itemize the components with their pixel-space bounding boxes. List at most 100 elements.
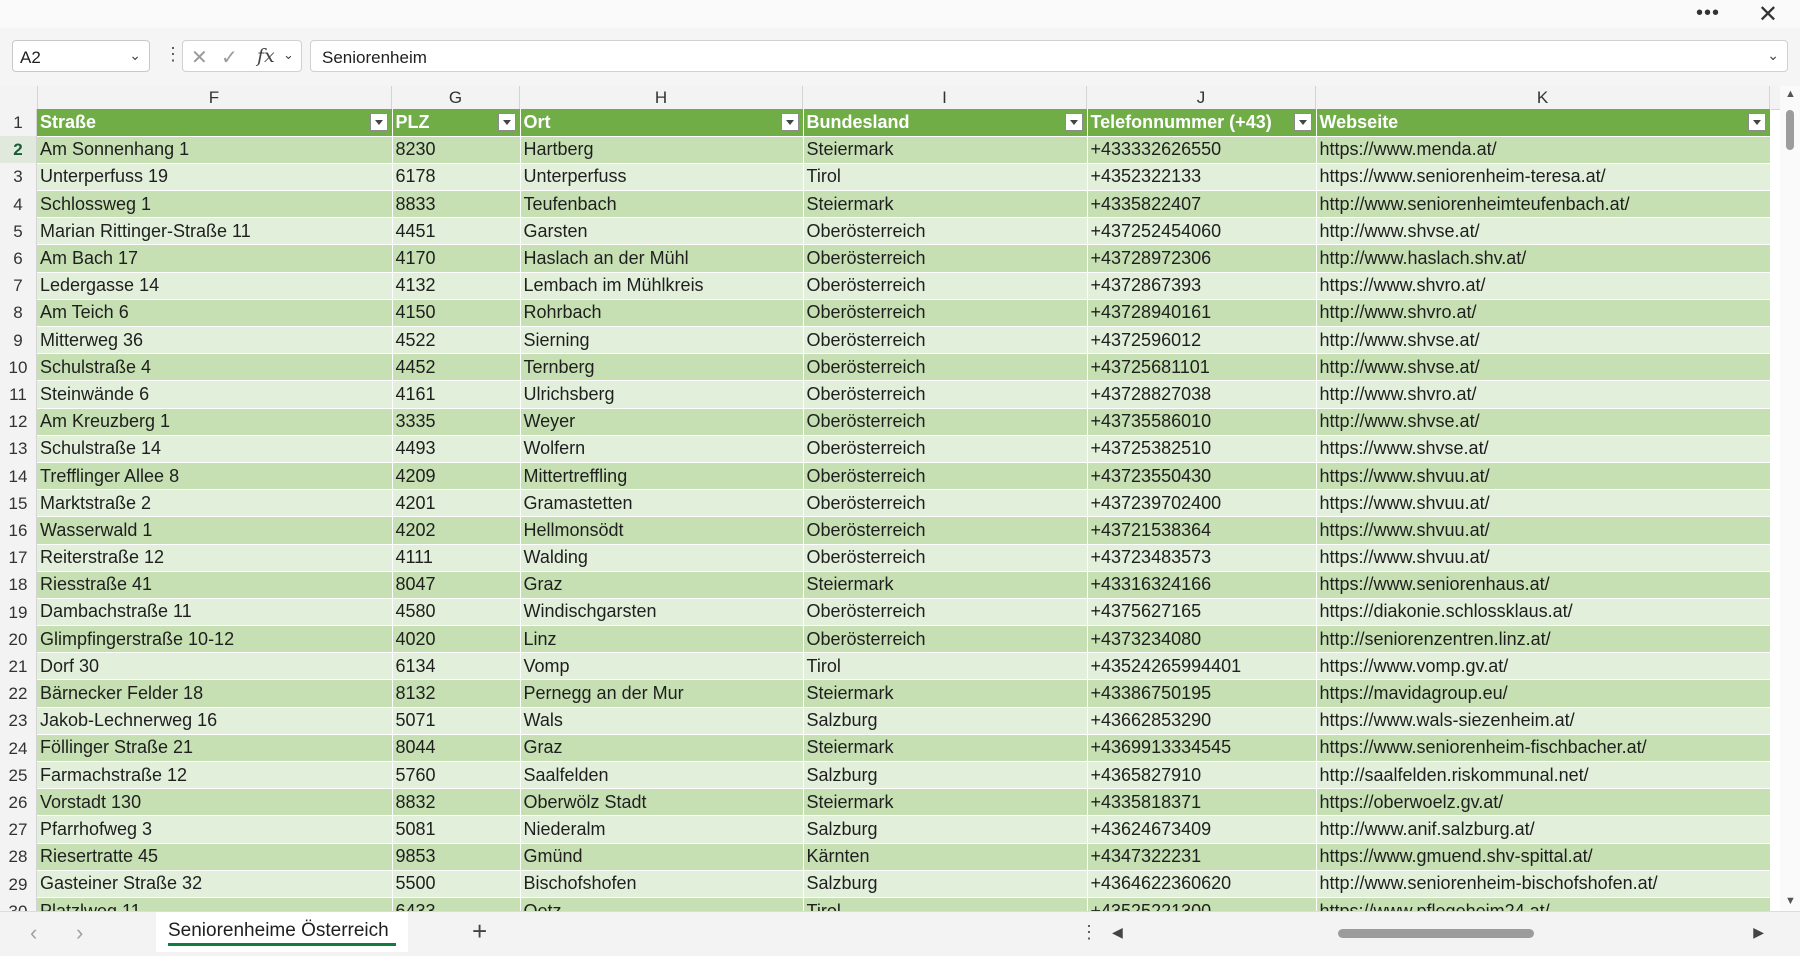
table-cell[interactable]: +4369913334545 <box>1087 734 1317 763</box>
row-header[interactable]: 29 <box>0 870 37 898</box>
table-cell[interactable]: Oberösterreich <box>803 516 1088 545</box>
table-cell[interactable]: Schulstraße 4 <box>37 353 393 382</box>
header-cell[interactable]: Telefonnummer (+43) <box>1087 109 1317 137</box>
vertical-dots-icon[interactable]: ⋮ <box>1080 922 1098 943</box>
table-cell[interactable]: http://www.shvse.at/ <box>1316 353 1771 382</box>
table-cell[interactable]: Dambachstraße 11 <box>37 598 393 627</box>
table-cell[interactable]: 4202 <box>392 516 521 545</box>
row-header[interactable]: 10 <box>0 353 37 381</box>
table-cell[interactable]: +4335822407 <box>1087 190 1317 219</box>
table-cell[interactable]: Tirol <box>803 163 1088 192</box>
table-cell[interactable]: https://www.wals-siezenheim.at/ <box>1316 707 1771 735</box>
row-header[interactable]: 6 <box>0 245 37 273</box>
table-cell[interactable]: +43725681101 <box>1087 353 1317 382</box>
table-cell[interactable]: 4209 <box>392 462 521 491</box>
table-cell[interactable]: 5760 <box>392 761 521 790</box>
table-cell[interactable]: 6433 <box>392 897 521 911</box>
table-cell[interactable]: Oberösterreich <box>803 489 1088 518</box>
table-cell[interactable]: +4372596012 <box>1087 326 1317 355</box>
table-cell[interactable]: +4373234080 <box>1087 625 1317 654</box>
table-cell[interactable]: https://www.seniorenhaus.at/ <box>1316 571 1771 599</box>
more-options-icon[interactable]: ••• <box>1696 2 1720 25</box>
table-cell[interactable]: Salzburg <box>803 870 1088 898</box>
table-cell[interactable]: Pernegg an der Mur <box>520 679 804 708</box>
table-cell[interactable]: 3335 <box>392 408 521 436</box>
expand-formula-icon[interactable]: ⌄ <box>1767 47 1779 64</box>
table-cell[interactable]: Am Bach 17 <box>37 244 393 273</box>
table-cell[interactable]: Platzlweg 11 <box>37 897 393 911</box>
table-cell[interactable]: +4364622360620 <box>1087 870 1317 898</box>
table-cell[interactable]: 5071 <box>392 707 521 735</box>
table-cell[interactable]: 4161 <box>392 380 521 409</box>
table-cell[interactable]: +4347322231 <box>1087 843 1317 871</box>
header-cell[interactable]: PLZ <box>392 109 521 137</box>
select-all-corner[interactable] <box>0 86 38 109</box>
table-cell[interactable]: +43728972306 <box>1087 244 1317 273</box>
table-cell[interactable]: https://diakonie.schlossklaus.at/ <box>1316 598 1771 627</box>
table-cell[interactable]: Vorstadt 130 <box>37 788 393 817</box>
table-cell[interactable]: https://mavidagroup.eu/ <box>1316 679 1771 708</box>
row-header[interactable]: 26 <box>0 789 37 817</box>
table-cell[interactable]: https://www.shvuu.at/ <box>1316 489 1771 518</box>
table-cell[interactable]: +43735586010 <box>1087 408 1317 436</box>
table-cell[interactable]: Dorf 30 <box>37 652 393 681</box>
column-header-j[interactable]: J <box>1087 86 1316 109</box>
table-cell[interactable]: Trefflinger Allee 8 <box>37 462 393 491</box>
table-cell[interactable]: +43723550430 <box>1087 462 1317 491</box>
table-cell[interactable]: +43524265994401 <box>1087 652 1317 681</box>
table-cell[interactable]: https://www.pflegeheim24.at/ <box>1316 897 1771 911</box>
table-cell[interactable]: Steiermark <box>803 734 1088 763</box>
table-cell[interactable]: 6178 <box>392 163 521 192</box>
table-cell[interactable]: Riesertratte 45 <box>37 843 393 871</box>
horizontal-scroll-thumb[interactable] <box>1338 929 1534 938</box>
table-cell[interactable]: 4020 <box>392 625 521 654</box>
table-cell[interactable]: https://www.shvuu.at/ <box>1316 462 1771 491</box>
table-cell[interactable]: +433332626550 <box>1087 136 1317 164</box>
table-cell[interactable]: Steiermark <box>803 571 1088 599</box>
row-header[interactable]: 28 <box>0 843 37 871</box>
row-header[interactable]: 3 <box>0 163 37 191</box>
table-cell[interactable]: 8132 <box>392 679 521 708</box>
scroll-left-icon[interactable]: ◀ <box>1112 924 1123 941</box>
scroll-right-icon[interactable]: ▶ <box>1753 924 1764 941</box>
vertical-scrollbar[interactable]: ▲ ▼ <box>1780 86 1800 911</box>
table-cell[interactable]: http://www.shvse.at/ <box>1316 217 1771 246</box>
table-cell[interactable]: http://www.haslach.shv.at/ <box>1316 244 1771 273</box>
table-cell[interactable]: +437239702400 <box>1087 489 1317 518</box>
table-cell[interactable]: Oberösterreich <box>803 353 1088 382</box>
spreadsheet-grid[interactable]: F G H I J K 1 2 3 4 5 6 7 8 9 10 11 12 13 14 15 16 17 18 1… <box>0 86 1780 911</box>
table-cell[interactable]: 4150 <box>392 299 521 328</box>
table-cell[interactable]: http://www.shvro.at/ <box>1316 380 1771 409</box>
table-cell[interactable]: +43525221300 <box>1087 897 1317 911</box>
table-cell[interactable]: Am Teich 6 <box>37 299 393 328</box>
table-cell[interactable]: Salzburg <box>803 761 1088 790</box>
filter-dropdown-icon[interactable] <box>1293 113 1312 131</box>
table-cell[interactable]: Oberösterreich <box>803 462 1088 491</box>
table-cell[interactable]: Reiterstraße 12 <box>37 544 393 572</box>
table-cell[interactable]: Oberösterreich <box>803 625 1088 654</box>
table-cell[interactable]: https://oberwoelz.gv.at/ <box>1316 788 1771 817</box>
table-cell[interactable]: Oberösterreich <box>803 272 1088 300</box>
table-cell[interactable]: Ternberg <box>520 353 804 382</box>
table-cell[interactable]: Gmünd <box>520 843 804 871</box>
table-cell[interactable]: Wolfern <box>520 435 804 463</box>
table-cell[interactable]: http://saalfelden.riskommunal.net/ <box>1316 761 1771 790</box>
row-header[interactable]: 25 <box>0 761 37 789</box>
table-cell[interactable]: http://seniorenzentren.linz.at/ <box>1316 625 1771 654</box>
row-header[interactable]: 9 <box>0 326 37 354</box>
table-cell[interactable]: Schulstraße 14 <box>37 435 393 463</box>
table-cell[interactable]: http://www.seniorenheim-bischofshofen.at… <box>1316 870 1771 898</box>
table-cell[interactable]: Tirol <box>803 897 1088 911</box>
row-header[interactable]: 23 <box>0 707 37 735</box>
header-cell[interactable]: Ort <box>520 109 804 137</box>
table-cell[interactable]: Hartberg <box>520 136 804 164</box>
row-header[interactable]: 21 <box>0 653 37 681</box>
table-cell[interactable]: Bärnecker Felder 18 <box>37 679 393 708</box>
table-cell[interactable]: Steiermark <box>803 679 1088 708</box>
row-header[interactable]: 2 <box>0 136 37 164</box>
table-cell[interactable]: 8047 <box>392 571 521 599</box>
table-cell[interactable]: +43728827038 <box>1087 380 1317 409</box>
horizontal-scrollbar[interactable]: ◀ ▶ <box>1108 924 1768 942</box>
row-header[interactable]: 15 <box>0 489 37 517</box>
table-cell[interactable]: Steiermark <box>803 788 1088 817</box>
